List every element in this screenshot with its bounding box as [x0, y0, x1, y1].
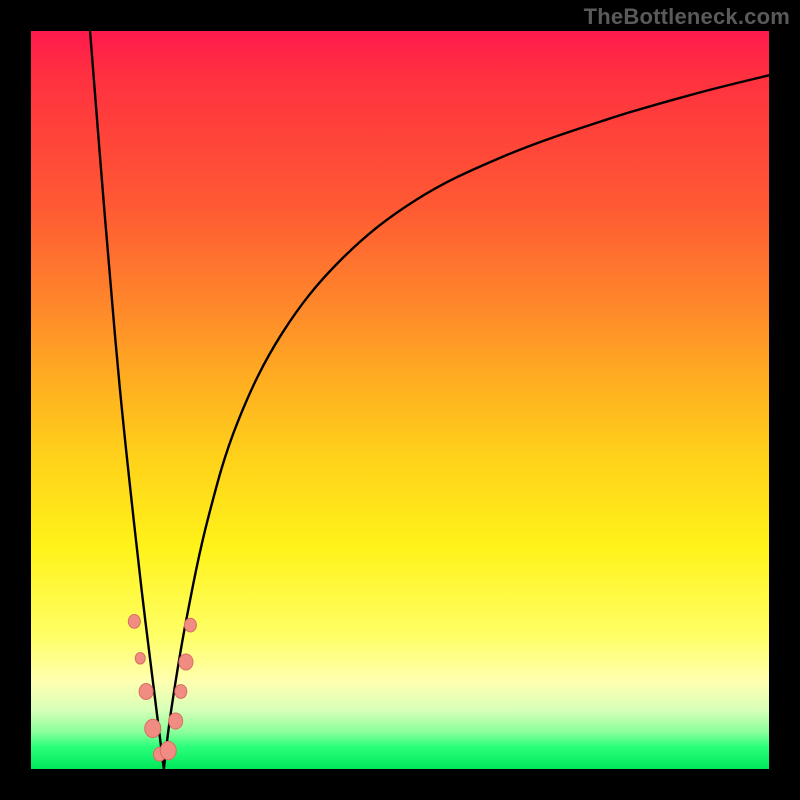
- data-marker: [128, 615, 140, 629]
- chart-frame: TheBottleneck.com: [0, 0, 800, 800]
- data-marker: [169, 713, 183, 729]
- data-marker: [145, 719, 161, 737]
- data-marker: [179, 654, 193, 670]
- watermark-text: TheBottleneck.com: [584, 4, 790, 30]
- curve-left-branch: [90, 31, 164, 769]
- bottleneck-curve: [31, 31, 769, 769]
- data-marker: [139, 683, 153, 699]
- data-marker: [160, 741, 176, 759]
- data-marker: [184, 618, 196, 632]
- curve-right-branch: [164, 75, 769, 769]
- data-marker: [135, 653, 145, 665]
- data-marker: [175, 685, 187, 699]
- plot-area: [31, 31, 769, 769]
